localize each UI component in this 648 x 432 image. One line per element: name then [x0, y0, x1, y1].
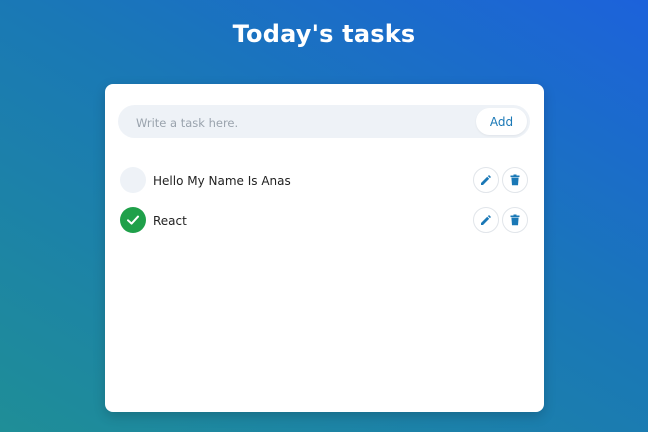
- add-task-button[interactable]: Add: [476, 108, 527, 135]
- edit-task-button[interactable]: [473, 207, 499, 233]
- task-label: Hello My Name Is Anas: [153, 174, 291, 188]
- delete-task-button[interactable]: [502, 167, 528, 193]
- new-task-input[interactable]: [134, 105, 468, 140]
- check-icon: [127, 215, 139, 225]
- task-complete-toggle[interactable]: [120, 207, 146, 233]
- delete-task-button[interactable]: [502, 207, 528, 233]
- task-card: Add Hello My Name Is Anas React: [105, 84, 544, 412]
- task-complete-toggle[interactable]: [120, 167, 146, 193]
- task-label: React: [153, 214, 187, 228]
- pencil-icon: [481, 175, 491, 185]
- page-title: Today's tasks: [232, 20, 416, 48]
- task-item: React: [120, 207, 530, 235]
- trash-icon: [510, 174, 520, 186]
- trash-icon: [510, 214, 520, 226]
- edit-task-button[interactable]: [473, 167, 499, 193]
- new-task-form: Add: [118, 105, 530, 140]
- task-item: Hello My Name Is Anas: [120, 167, 530, 195]
- pencil-icon: [481, 215, 491, 225]
